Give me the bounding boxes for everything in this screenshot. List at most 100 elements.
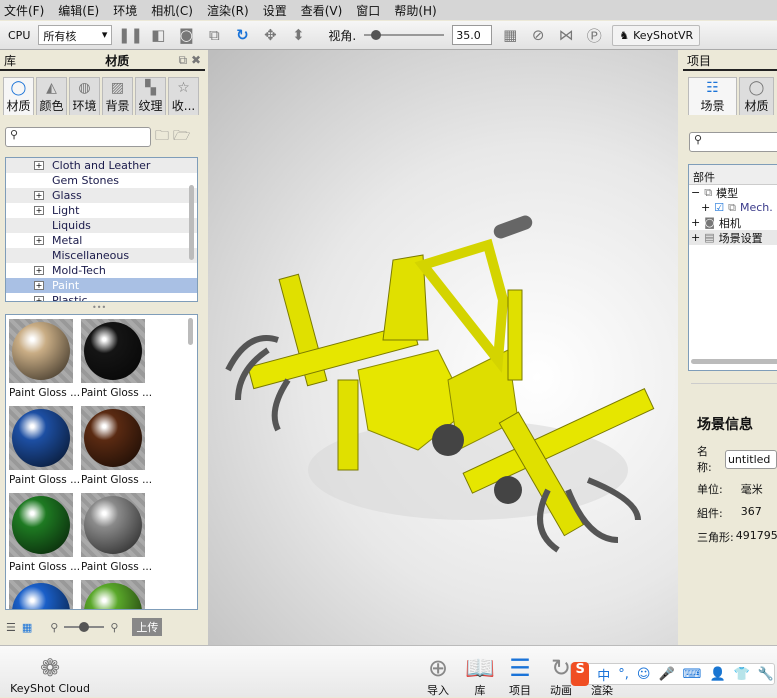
parts-tree-item[interactable]: + ☑ ⧉ Mech. xyxy=(689,200,777,215)
tab-scene[interactable]: ☷ 场景 xyxy=(688,77,737,115)
expand-icon[interactable]: + xyxy=(34,296,44,301)
project-label: 项目 xyxy=(509,684,531,697)
expand-icon[interactable]: + xyxy=(691,216,700,229)
emoji-icon[interactable]: ☺ xyxy=(637,667,651,682)
split-icon[interactable]: ⋈ xyxy=(556,25,576,45)
checkbox[interactable]: ☑ xyxy=(714,201,724,214)
menu-window[interactable]: 窗口 xyxy=(356,2,380,19)
wrench-icon[interactable]: 🔧 xyxy=(758,667,774,682)
material-thumbnail[interactable]: Paint Gloss ... xyxy=(9,319,80,399)
expand-icon[interactable]: + xyxy=(34,266,44,275)
lock-icon[interactable]: ⧉ xyxy=(204,25,224,45)
tab-library-5[interactable]: ☆ 收... xyxy=(168,77,199,115)
tab-library-2[interactable]: ◍ 环境 xyxy=(69,77,100,115)
drop-icon[interactable]: ⬍ xyxy=(288,25,308,45)
region-icon[interactable]: ▦ xyxy=(500,25,520,45)
material-thumbnail[interactable]: Paint Gloss ... xyxy=(81,580,151,609)
tree-item[interactable]: + Mold-Tech xyxy=(6,263,197,278)
parts-tree-item[interactable]: − ⧉ 模型 xyxy=(689,185,777,200)
name-input[interactable]: untitled xyxy=(724,449,777,469)
tree-item[interactable]: Miscellaneous xyxy=(6,248,197,263)
pause-icon[interactable]: ❚❚ xyxy=(118,25,143,45)
keyshot-logo-icon[interactable]: Ⓟ xyxy=(584,25,604,45)
library-search-input[interactable]: ⚲ xyxy=(5,127,151,147)
fov-input[interactable]: 35.0 xyxy=(452,25,493,45)
tab-library-4[interactable]: ▚ 纹理 xyxy=(135,77,166,115)
fit-icon[interactable]: ✥ xyxy=(260,25,280,45)
upload-button[interactable]: 上传 xyxy=(132,618,163,636)
sogou-logo-icon[interactable]: S xyxy=(571,662,590,686)
folder-menu-icon[interactable]: 🗁 xyxy=(173,125,190,149)
thumb-scrollbar[interactable] xyxy=(188,318,193,345)
library-button[interactable]: 📖 库 xyxy=(460,654,500,698)
ime-lang-toggle[interactable]: 中 xyxy=(597,665,610,684)
expand-icon[interactable]: + xyxy=(691,231,700,244)
scene-icon[interactable]: ◧ xyxy=(148,25,168,45)
refresh-icon[interactable]: ↻ xyxy=(232,25,252,45)
horizontal-scrollbar[interactable] xyxy=(691,359,777,364)
tab-materials[interactable]: ◯ 材质 xyxy=(738,77,774,115)
material-thumbnail[interactable]: Paint Gloss ... xyxy=(81,493,152,573)
grid-view-icon[interactable]: ▦ xyxy=(22,621,32,634)
fov-slider[interactable] xyxy=(364,29,445,41)
keyboard-icon[interactable]: ⌨ xyxy=(683,667,702,682)
tree-item[interactable]: + Glass xyxy=(6,188,197,203)
keyshotvr-label: KeyShotVR xyxy=(633,28,694,42)
tree-scrollbar[interactable] xyxy=(189,185,194,260)
keyshotvr-button[interactable]: ♞ KeyShotVR xyxy=(612,24,701,46)
menu-file[interactable]: 文件(F) xyxy=(4,2,44,19)
cpu-select[interactable]: 所有核 ▾ xyxy=(38,25,113,45)
tree-item[interactable]: Liquids xyxy=(6,218,197,233)
expand-icon[interactable]: + xyxy=(701,201,710,214)
add-folder-icon[interactable]: 🗀 xyxy=(155,125,169,149)
tree-item[interactable]: + Light xyxy=(6,203,197,218)
material-thumbnail[interactable]: Paint Gloss ... xyxy=(9,580,79,609)
keyshot-cloud-button[interactable]: ❁ KeyShot Cloud xyxy=(10,654,90,695)
expand-icon[interactable]: + xyxy=(34,281,44,290)
project-search-input[interactable]: ⚲ xyxy=(689,132,777,152)
material-thumbnail[interactable]: Paint Gloss ... xyxy=(9,493,80,573)
close-icon[interactable]: ✖ xyxy=(191,53,201,67)
import-label: 导入 xyxy=(427,684,449,697)
menu-render[interactable]: 渲染(R) xyxy=(207,2,249,19)
render-viewport[interactable] xyxy=(208,50,678,645)
zoom-in-icon[interactable]: ⚲ xyxy=(110,621,118,634)
list-view-icon[interactable]: ☰ xyxy=(6,621,16,634)
material-edit-icon[interactable]: ⊘ xyxy=(528,25,548,45)
menu-camera[interactable]: 相机(C) xyxy=(151,2,193,19)
material-thumbnail[interactable]: Paint Gloss ... xyxy=(81,406,152,486)
ime-punct-toggle[interactable]: °, xyxy=(618,667,629,682)
float-icon[interactable]: ⧉ xyxy=(179,53,188,67)
menu-view[interactable]: 查看(V) xyxy=(301,2,343,19)
material-thumbnail[interactable]: Paint Gloss ... xyxy=(9,406,80,486)
expand-icon[interactable]: + xyxy=(34,236,44,245)
parts-tree-item[interactable]: + ◙ 相机 xyxy=(689,215,777,230)
tree-item[interactable]: + Metal xyxy=(6,233,197,248)
skin-icon[interactable]: 👕 xyxy=(734,667,750,682)
project-button[interactable]: ☰ 项目 xyxy=(500,654,540,698)
tree-item[interactable]: Gem Stones xyxy=(6,173,197,188)
user-icon[interactable]: 👤 xyxy=(709,667,725,682)
tree-item[interactable]: + Plastic xyxy=(6,293,197,301)
menu-help[interactable]: 帮助(H) xyxy=(394,2,436,19)
tab-library-0[interactable]: ◯ 材质 xyxy=(3,77,34,115)
menu-settings[interactable]: 设置 xyxy=(263,2,287,19)
screenshot-icon[interactable]: ◙ xyxy=(176,25,196,45)
mic-icon[interactable]: 🎤 xyxy=(658,667,674,682)
thumb-size-slider[interactable] xyxy=(64,622,105,632)
expand-icon[interactable]: + xyxy=(34,191,44,200)
tab-library-3[interactable]: ▨ 背景 xyxy=(102,77,133,115)
tree-item[interactable]: + Cloth and Leather xyxy=(6,158,197,173)
import-button[interactable]: ⊕ 导入 xyxy=(418,654,458,698)
expand-icon[interactable]: + xyxy=(34,206,44,215)
material-thumbnail[interactable]: Paint Gloss ... xyxy=(81,319,152,399)
zoom-out-icon[interactable]: ⚲ xyxy=(50,621,58,634)
menu-edit[interactable]: 编辑(E) xyxy=(58,2,99,19)
tree-item[interactable]: + Paint xyxy=(6,278,197,293)
menu-environment[interactable]: 环境 xyxy=(113,2,137,19)
parts-tree-item[interactable]: + ▤ 场景设置 xyxy=(689,230,777,245)
expand-icon[interactable]: + xyxy=(34,161,44,170)
tab-library-1[interactable]: ◭ 颜色 xyxy=(36,77,67,115)
expand-icon[interactable]: − xyxy=(691,186,700,199)
splitter-handle[interactable]: ••• xyxy=(92,303,106,312)
